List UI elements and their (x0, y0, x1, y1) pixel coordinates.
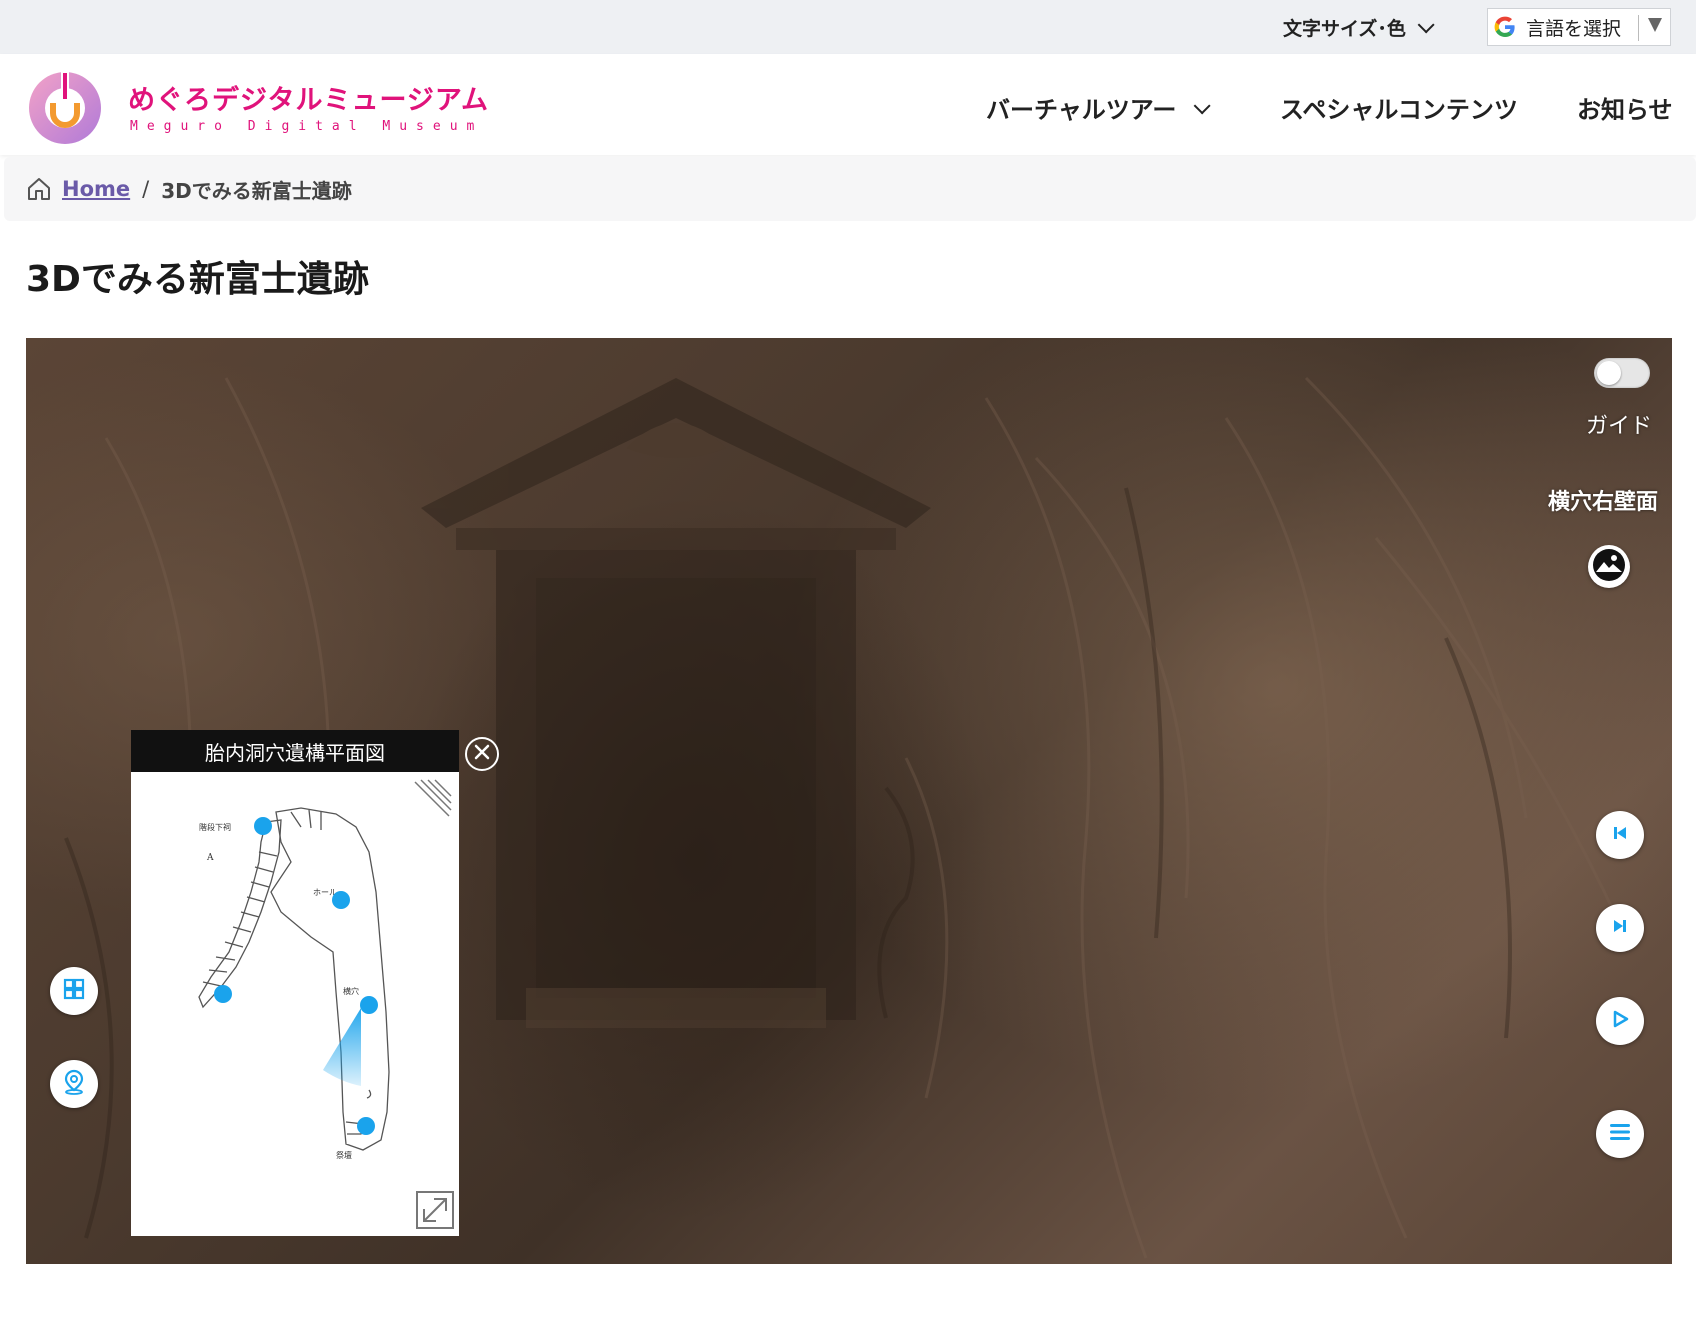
nav-virtual-tour-label: バーチャルツアー (986, 96, 1177, 124)
chevron-down-icon (1417, 16, 1435, 34)
close-map-button[interactable] (465, 737, 499, 771)
next-button[interactable] (1596, 904, 1644, 952)
floor-plan-panel: 胎内洞穴遺構平面図 階段下祠 A ホール 横穴 祭壇 (131, 730, 459, 1236)
map-label-stairs: 階段下祠 (199, 822, 231, 832)
map-label-altar: 祭壇 (336, 1150, 352, 1160)
map-label-side-cave: 横穴 (343, 986, 359, 996)
image-icon (1588, 544, 1630, 590)
map-pin-icon (62, 1069, 86, 1099)
breadcrumb-separator: / (142, 177, 150, 201)
view-direction-cone (323, 1008, 361, 1086)
play-icon (1609, 1008, 1631, 1034)
close-icon (474, 744, 490, 764)
breadcrumb: Home / 3Dでみる新富士遺跡 (4, 157, 1696, 221)
home-icon[interactable] (26, 176, 52, 202)
logo-title[interactable]: めぐろデジタルミュージアム (128, 78, 489, 117)
nav-virtual-tour[interactable]: バーチャルツアー (986, 90, 1211, 125)
location-label: 横穴右壁面 (1548, 490, 1659, 515)
language-select[interactable]: 言語を選択 (1487, 8, 1671, 46)
image-button[interactable] (1588, 544, 1630, 590)
floor-plan-map[interactable]: 階段下祠 A ホール 横穴 祭壇 (131, 772, 459, 1236)
thumbnail-grid-button[interactable] (50, 967, 98, 1015)
map-hotspot[interactable] (214, 985, 232, 1003)
font-size-color-button[interactable]: 文字サイズ･色 (1283, 14, 1435, 40)
map-hotspot[interactable] (357, 1117, 375, 1135)
font-size-color-label: 文字サイズ･色 (1283, 17, 1406, 40)
nav-news[interactable]: お知らせ (1577, 90, 1673, 125)
guide-label: ガイド (1586, 414, 1653, 439)
menu-icon (1608, 1121, 1632, 1147)
logo-subtitle: Meguro Digital Museum (130, 119, 484, 134)
grid-icon (63, 978, 85, 1004)
page-title: 3Dでみる新富士遺跡 (26, 259, 369, 300)
skip-previous-icon (1609, 822, 1631, 848)
map-label-north: A (206, 853, 214, 863)
breadcrumb-current: 3Dでみる新富士遺跡 (161, 178, 352, 203)
nav-news-label: お知らせ (1577, 96, 1673, 124)
nav-special-contents-label: スペシャルコンテンツ (1280, 96, 1518, 124)
map-toggle-button[interactable] (50, 1060, 98, 1108)
map-hotspot[interactable] (332, 891, 350, 909)
previous-button[interactable] (1596, 811, 1644, 859)
play-button[interactable] (1596, 997, 1644, 1045)
nav-special-contents[interactable]: スペシャルコンテンツ (1280, 90, 1518, 125)
dropdown-arrow-icon (1648, 18, 1662, 32)
floor-plan-title: 胎内洞穴遺構平面図 (131, 730, 459, 772)
museum-logo-icon[interactable] (26, 67, 104, 145)
expand-icon[interactable] (416, 1191, 454, 1229)
google-icon (1488, 10, 1522, 44)
chevron-down-icon (1193, 96, 1211, 114)
language-divider (1638, 15, 1639, 41)
utility-bar: 文字サイズ･色 言語を選択 (0, 0, 1696, 55)
site-header: めぐろデジタルミュージアム Meguro Digital Museum バーチャ… (0, 54, 1696, 155)
menu-button[interactable] (1596, 1110, 1644, 1158)
breadcrumb-home-link[interactable]: Home (62, 177, 130, 201)
guide-toggle[interactable] (1594, 358, 1650, 388)
map-hotspot-current[interactable] (360, 996, 378, 1014)
panorama-viewer[interactable]: ガイド 横穴右壁面 胎内洞穴遺構平面図 階段下祠 A ホール 横穴 祭壇 (26, 338, 1672, 1264)
guide-toggle-knob (1597, 361, 1621, 385)
language-select-label: 言語を選択 (1526, 17, 1622, 40)
skip-next-icon (1609, 915, 1631, 941)
map-hotspot[interactable] (254, 817, 272, 835)
